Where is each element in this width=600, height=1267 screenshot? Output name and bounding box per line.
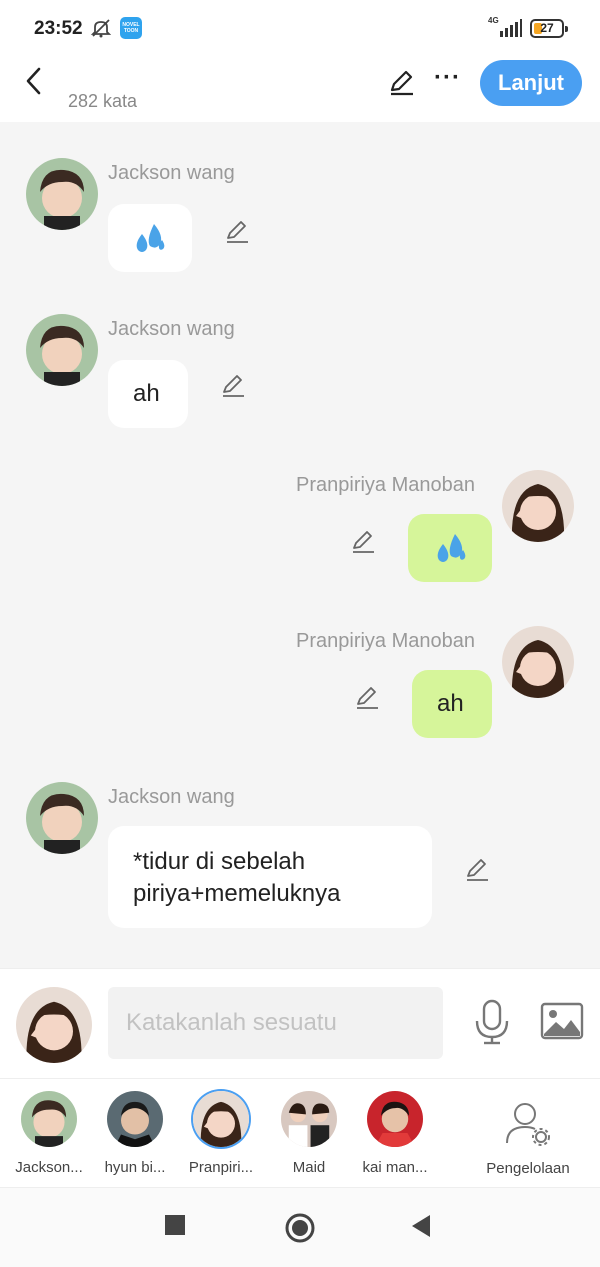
status-bar: 23:52 NOVEL TOON 4G 27: [0, 0, 600, 58]
screen: 23:52 NOVEL TOON 4G 27 282 kata ··· Lanj…: [0, 0, 600, 1267]
chevron-left-icon: [26, 67, 41, 95]
edit-message-button[interactable]: [224, 218, 252, 246]
message-composer: [0, 968, 600, 1078]
back-button[interactable]: [22, 66, 48, 96]
pencil-icon: [227, 221, 248, 243]
home-button[interactable]: [284, 1212, 316, 1249]
message-text-line-2: piriya+memeluknya: [133, 880, 341, 907]
message-bubble[interactable]: ah: [412, 670, 492, 738]
edit-title-button[interactable]: [388, 68, 416, 101]
character-jackson[interactable]: Jackson...: [8, 1091, 90, 1176]
manage-characters-button[interactable]: Pengelolaan: [478, 1101, 578, 1177]
novel-toon-app-icon: NOVEL TOON: [120, 17, 142, 39]
character-pranpiriya[interactable]: Pranpiri...: [180, 1091, 262, 1176]
character-hyun-bin[interactable]: hyun bi...: [94, 1091, 176, 1176]
avatar-pranpiriya-manoban[interactable]: [502, 626, 574, 698]
character-avatar: [193, 1091, 249, 1147]
character-avatar: [107, 1091, 163, 1147]
message-bubble[interactable]: ah: [108, 360, 188, 428]
notifications-muted-icon: [90, 17, 112, 44]
character-label: Maid: [292, 1159, 326, 1176]
pencil-icon: [357, 687, 378, 709]
battery-icon: 27: [530, 19, 568, 38]
sender-name: Jackson wang: [108, 786, 235, 808]
avatar-jackson-wang[interactable]: [26, 158, 98, 230]
word-count: 282 kata: [68, 91, 138, 111]
insert-image-button[interactable]: [540, 1002, 584, 1045]
network-type: 4G: [488, 16, 499, 25]
microphone-button[interactable]: [472, 999, 512, 1050]
recents-button[interactable]: [164, 1214, 186, 1241]
header: 282 kata ··· Lanjut: [0, 58, 600, 122]
edit-message-button[interactable]: [354, 684, 382, 712]
image-icon: [540, 1002, 584, 1040]
character-avatar: [21, 1091, 77, 1147]
avatar-jackson-wang[interactable]: [26, 782, 98, 854]
character-maid[interactable]: Maid: [268, 1091, 350, 1176]
signal-strength-icon: [500, 19, 522, 42]
edit-message-button[interactable]: [464, 856, 492, 884]
current-speaker-avatar[interactable]: [16, 987, 92, 1063]
character-label: Pranpiri...: [188, 1159, 254, 1176]
status-time: 23:52: [34, 18, 83, 39]
system-nav-bar: [0, 1188, 600, 1267]
edit-message-button[interactable]: [220, 372, 248, 400]
character-avatar: [367, 1091, 423, 1147]
character-label: hyun bi...: [104, 1159, 166, 1176]
battery-level: 27: [540, 21, 554, 35]
message-text-line-1: *tidur di sebelah: [133, 848, 306, 875]
pencil-icon: [390, 70, 413, 96]
next-button[interactable]: Lanjut: [480, 60, 582, 106]
pencil-icon: [353, 531, 374, 553]
character-selector: Jackson... hyun bi... Pranpiri... Maid k…: [0, 1078, 600, 1188]
message-input[interactable]: [108, 987, 443, 1059]
back-nav-button[interactable]: [410, 1214, 432, 1243]
sweat-drops-emoji: [132, 222, 166, 261]
character-label: kai man...: [362, 1159, 428, 1176]
sender-name: Pranpiriya Manoban: [296, 630, 475, 652]
avatar-pranpiriya-manoban[interactable]: [502, 470, 574, 542]
sweat-drops-emoji: [433, 532, 467, 571]
message-bubble[interactable]: [408, 514, 492, 582]
message-bubble[interactable]: *tidur di sebelah piriya+memeluknya: [108, 826, 432, 928]
character-avatar: [281, 1091, 337, 1147]
more-options-button[interactable]: ···: [434, 64, 461, 92]
sender-name: Jackson wang: [108, 162, 235, 184]
character-label: Jackson...: [15, 1159, 83, 1176]
avatar-jackson-wang[interactable]: [26, 314, 98, 386]
sender-name: Jackson wang: [108, 318, 235, 340]
triangle-back-icon: [412, 1215, 430, 1237]
microphone-icon: [475, 999, 509, 1045]
manage-label: Pengelolaan: [486, 1160, 570, 1177]
user-settings-icon: [506, 1103, 550, 1146]
sender-name: Pranpiriya Manoban: [296, 474, 475, 496]
message-bubble[interactable]: [108, 204, 192, 272]
pencil-icon: [223, 375, 244, 397]
edit-message-button[interactable]: [350, 528, 378, 556]
circle-icon: [285, 1213, 315, 1243]
message-text: ah: [133, 380, 160, 407]
character-kai[interactable]: kai man...: [354, 1091, 436, 1176]
pencil-icon: [467, 859, 488, 881]
message-text: ah: [437, 690, 464, 717]
square-icon: [165, 1215, 185, 1235]
chat-area[interactable]: Jackson wang Jackson wang ah Pranpiriya …: [0, 122, 600, 968]
